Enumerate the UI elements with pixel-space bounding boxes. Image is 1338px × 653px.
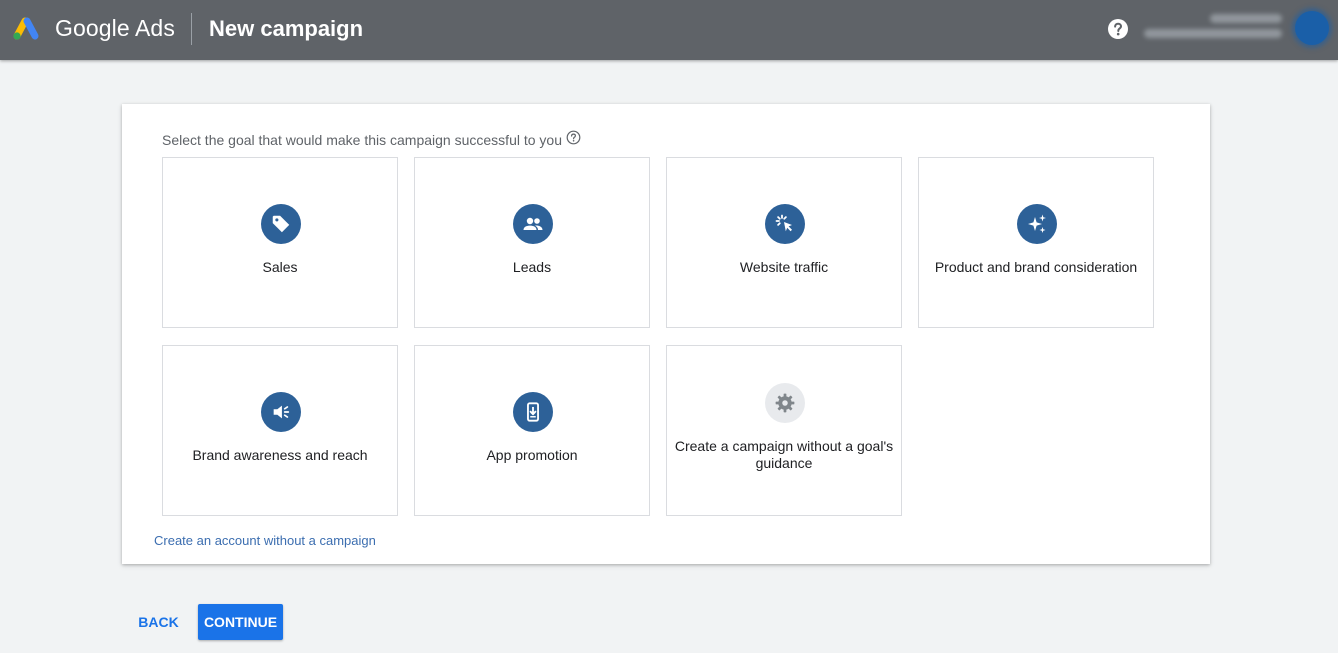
goal-tile-product-brand-consideration[interactable]: Product and brand consideration [918, 157, 1154, 328]
goal-prompt: Select the goal that would make this cam… [162, 130, 581, 148]
account-info[interactable] [1142, 12, 1286, 44]
account-name [1210, 14, 1282, 23]
phone-download-icon [513, 392, 553, 432]
goal-label: Website traffic [739, 259, 829, 275]
goal-label: App promotion [486, 447, 578, 463]
goal-label: Brand awareness and reach [192, 447, 368, 463]
google-ads-logo[interactable] [10, 14, 42, 42]
avatar[interactable] [1295, 11, 1329, 45]
back-button[interactable]: BACK [130, 604, 187, 640]
goal-label: Leads [512, 259, 552, 275]
page-title: New campaign [209, 16, 364, 41]
product-name: Google Ads [55, 15, 175, 41]
goal-tile-sales[interactable]: Sales [162, 157, 398, 328]
people-icon [513, 204, 553, 244]
goal-selection-card: Select the goal that would make this cam… [122, 104, 1210, 564]
account-email [1144, 29, 1282, 38]
help-icon[interactable] [566, 130, 581, 145]
goal-tile-app-promotion[interactable]: App promotion [414, 345, 650, 516]
speaker-icon [261, 392, 301, 432]
goal-tile-website-traffic[interactable]: Website traffic [666, 157, 902, 328]
top-app-bar: Google Ads New campaign [0, 0, 1338, 60]
goal-tile-no-goal[interactable]: Create a campaign without a goal's guida… [666, 345, 902, 516]
continue-button[interactable]: CONTINUE [198, 604, 283, 640]
goal-label: Create a campaign without a goal's guida… [674, 438, 894, 471]
header-divider [191, 13, 192, 45]
help-circle-icon[interactable] [1107, 18, 1129, 40]
goal-label: Sales [262, 259, 298, 275]
cursor-click-icon [765, 204, 805, 244]
goal-tile-brand-awareness[interactable]: Brand awareness and reach [162, 345, 398, 516]
goal-tile-leads[interactable]: Leads [414, 157, 650, 328]
create-account-without-campaign-link[interactable]: Create an account without a campaign [154, 533, 376, 548]
goal-label: Product and brand consideration [934, 259, 1138, 275]
sparkle-icon [1017, 204, 1057, 244]
goal-prompt-text: Select the goal that would make this cam… [162, 132, 562, 148]
gear-icon [765, 383, 805, 423]
tag-icon [261, 204, 301, 244]
